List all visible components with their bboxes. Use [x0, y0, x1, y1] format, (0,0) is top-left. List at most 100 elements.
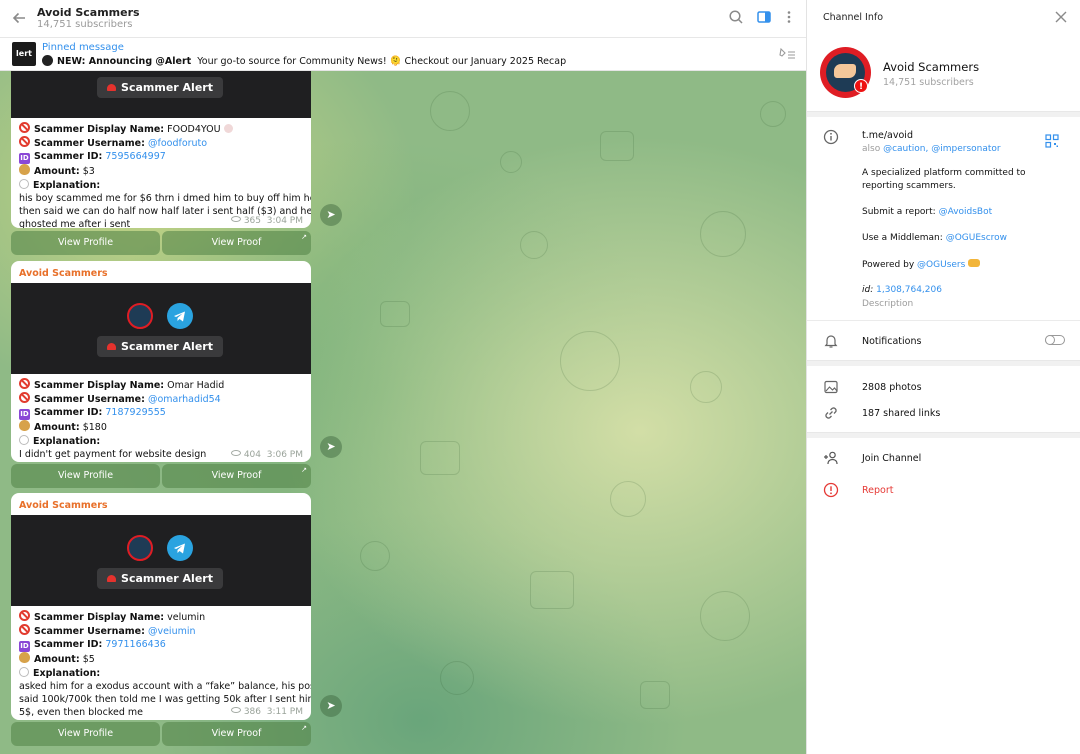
report-icon	[823, 482, 839, 498]
channel-info-panel: Channel Info ! Avoid Scammers 14,751 sub…	[806, 0, 1080, 754]
speech-bubble-icon	[19, 178, 29, 189]
handshake-icon	[834, 64, 856, 78]
speech-bubble-icon	[19, 666, 29, 677]
pinned-title: Pinned message	[42, 42, 124, 53]
bell-icon	[823, 333, 839, 349]
middleman-link[interactable]: @OGUEscrow	[946, 233, 1007, 243]
id-badge-icon: ID	[19, 409, 30, 421]
message-meta: 386 3:11 PM	[230, 707, 303, 717]
description-line-1: A specialized platform committed to	[862, 168, 1026, 178]
chat-title[interactable]: Avoid Scammers	[37, 6, 140, 19]
channel-subscribers: 14,751 subscribers	[883, 77, 974, 88]
forward-icon[interactable]: ➤	[320, 436, 342, 458]
chat-area: Avoid Scammers 14,751 subscribers lert P…	[0, 0, 806, 754]
views-icon	[230, 450, 241, 456]
banner-icons	[127, 303, 197, 329]
emoji-icon	[223, 124, 233, 133]
forward-icon[interactable]: ➤	[320, 204, 342, 226]
pinned-message-bar[interactable]: lert Pinned message NEW: Announcing @Ale…	[0, 38, 806, 71]
submit-report-line: Submit a report: @AvoidsBot	[862, 207, 993, 217]
channel-avatar[interactable]: !	[820, 47, 871, 98]
qr-code-icon[interactable]	[1045, 134, 1059, 148]
chat-header: Avoid Scammers 14,751 subscribers	[0, 0, 806, 38]
search-icon[interactable]	[728, 9, 746, 27]
warning-icon: !	[854, 79, 868, 93]
scammer-alert-label: Scammer Alert	[97, 336, 223, 357]
message-author[interactable]: Avoid Scammers	[11, 493, 311, 515]
view-proof-button[interactable]: View Proof ↗	[162, 722, 311, 746]
view-proof-button[interactable]: View Proof ↗	[162, 231, 311, 255]
inline-keyboard: View Profile View Proof ↗	[11, 722, 311, 746]
prohibited-icon	[19, 392, 30, 404]
alert-logo-icon	[42, 55, 53, 66]
channel-id-line: id: 1,308,764,206	[862, 285, 942, 295]
banner-icons	[127, 535, 197, 561]
message-card[interactable]: Scammer Alert Scammer Display Name: FOOD…	[11, 71, 311, 228]
pinned-text: NEW: Announcing @Alert Your go-to source…	[42, 55, 566, 67]
back-arrow-icon[interactable]	[10, 10, 28, 28]
id-badge-icon: ID	[19, 641, 30, 653]
message-body: Scammer Display Name: FOOD4YOU Scammer U…	[19, 122, 311, 228]
description-line-2: reporting scammers.	[862, 181, 956, 191]
more-menu-icon[interactable]	[781, 9, 799, 27]
join-channel-button[interactable]: Join Channel	[862, 453, 921, 464]
view-profile-button[interactable]: View Profile	[11, 231, 160, 255]
sidebar-toggle-icon[interactable]	[756, 9, 774, 27]
report-button[interactable]: Report	[862, 485, 894, 496]
close-icon[interactable]	[1054, 10, 1068, 24]
message-meta: 404 3:06 PM	[230, 450, 303, 460]
channel-info-title: Channel Info	[823, 12, 884, 23]
views-icon	[230, 216, 241, 222]
info-icon	[823, 129, 839, 145]
money-bag-icon	[19, 164, 30, 176]
message-card[interactable]: Avoid Scammers Scammer Alert Scammer Dis…	[11, 261, 311, 462]
middleman-line: Use a Middleman: @OGUEscrow	[862, 233, 1008, 243]
channel-aliases: also @caution, @impersonator	[862, 144, 1001, 154]
message-card[interactable]: Avoid Scammers Scammer Alert Scammer Dis…	[11, 493, 311, 720]
scammer-alert-label: Scammer Alert	[97, 568, 223, 589]
prohibited-icon	[19, 378, 30, 389]
view-profile-button[interactable]: View Profile	[11, 464, 160, 488]
notifications-toggle[interactable]	[1045, 334, 1065, 345]
scammer-id-link[interactable]: 7187929555	[105, 407, 165, 418]
channel-link[interactable]: t.me/avoid	[862, 130, 913, 141]
scammer-username-link[interactable]: @omarhadid54	[148, 394, 221, 405]
avoid-scammers-logo-icon	[127, 535, 153, 561]
message-author[interactable]: Avoid Scammers	[11, 261, 311, 283]
message-banner: Scammer Alert	[11, 71, 311, 118]
scammer-id-link[interactable]: 7595664997	[105, 151, 165, 162]
siren-icon	[107, 84, 117, 91]
money-bag-icon	[19, 420, 30, 432]
inline-keyboard: View Profile View Proof ↗	[11, 464, 311, 488]
message-banner: Scammer Alert	[11, 283, 311, 374]
avoid-scammers-logo-icon	[127, 303, 153, 329]
photo-icon	[823, 379, 839, 395]
view-proof-button[interactable]: View Proof ↗	[162, 464, 311, 488]
inline-keyboard: View Profile View Proof ↗	[11, 231, 311, 255]
scammer-username-link[interactable]: @veiumin	[148, 626, 196, 637]
views-icon	[230, 707, 241, 713]
scammer-username-link[interactable]: @foodforuto	[148, 138, 207, 149]
powered-by-link[interactable]: @OGUsers	[917, 260, 965, 270]
pinned-list-icon[interactable]	[778, 47, 796, 61]
id-badge-icon: ID	[19, 153, 30, 165]
view-profile-button[interactable]: View Profile	[11, 722, 160, 746]
prohibited-icon	[19, 610, 30, 621]
siren-icon	[107, 575, 117, 582]
forward-icon[interactable]: ➤	[320, 695, 342, 717]
telegram-icon	[167, 303, 193, 329]
prohibited-icon	[19, 624, 30, 636]
pinned-thumbnail: lert	[12, 42, 36, 66]
photos-count[interactable]: 2808 photos	[862, 382, 922, 393]
scammer-id-link[interactable]: 7971166436	[105, 639, 165, 650]
link-icon	[823, 405, 839, 421]
handshake-emoji-icon	[968, 259, 981, 267]
scammer-alert-label: Scammer Alert	[97, 77, 223, 98]
telegram-icon	[167, 535, 193, 561]
report-bot-link[interactable]: @AvoidsBot	[939, 207, 993, 217]
money-bag-icon	[19, 652, 30, 664]
description-label: Description	[862, 299, 914, 309]
shared-links-count[interactable]: 187 shared links	[862, 408, 940, 419]
prohibited-icon	[19, 136, 30, 148]
channel-name: Avoid Scammers	[883, 60, 980, 74]
